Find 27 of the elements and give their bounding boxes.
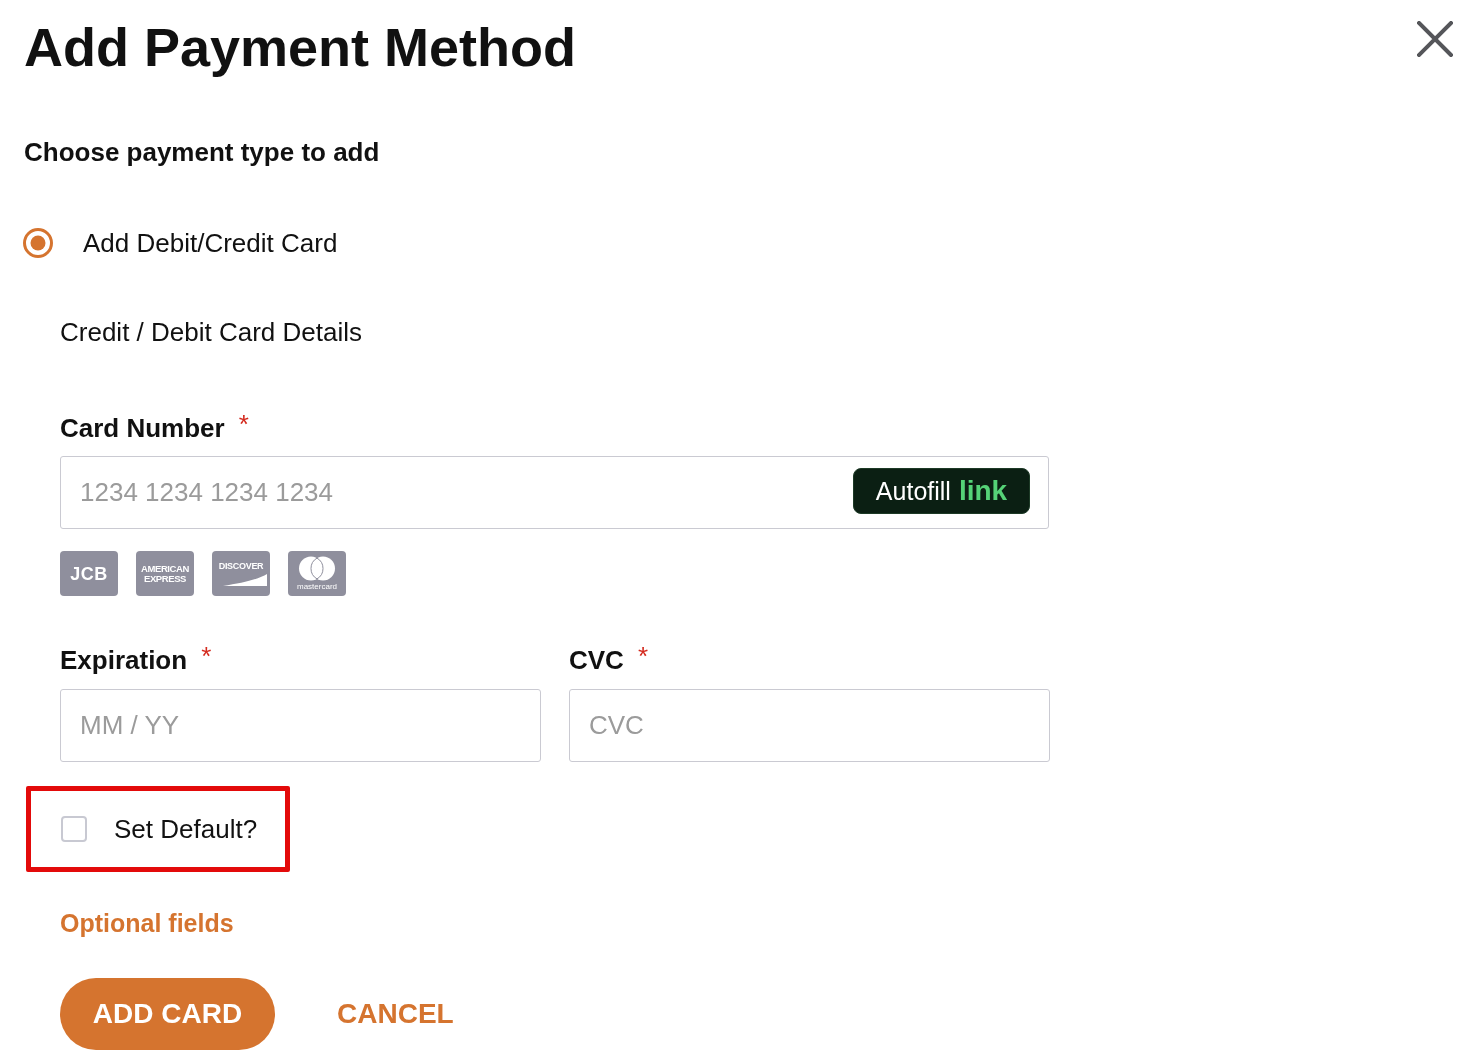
input-field[interactable]: MM / YY bbox=[60, 689, 541, 762]
brand-name: mastercard bbox=[297, 583, 337, 591]
close-button[interactable] bbox=[1415, 19, 1455, 59]
required-mark: * bbox=[201, 640, 212, 672]
field-label: Expiration bbox=[60, 644, 188, 676]
brand-name: DISCOVER bbox=[218, 561, 264, 571]
close-icon bbox=[1417, 21, 1453, 57]
brand-name: AMERICAN EXPRESS bbox=[140, 564, 190, 583]
optional-fields-link[interactable]: Optional fields bbox=[60, 907, 234, 939]
field-label: CVC bbox=[569, 644, 624, 676]
checkbox[interactable] bbox=[61, 816, 87, 842]
cancel-button[interactable]: CANCEL bbox=[337, 997, 454, 1031]
option-label: Add Debit/Credit Card bbox=[83, 227, 338, 259]
required-mark: * bbox=[637, 640, 649, 672]
swoosh-icon bbox=[223, 573, 267, 586]
autofill-button[interactable]: Autofill link bbox=[853, 468, 1030, 514]
field-label: Card Number bbox=[60, 412, 225, 444]
add-card-button[interactable]: ADD CARD bbox=[60, 978, 275, 1050]
required-mark: * bbox=[238, 408, 249, 440]
details-heading: Credit / Debit Card Details bbox=[60, 316, 363, 348]
brand-name: JCB bbox=[70, 564, 108, 583]
dialog-title: Add Payment Method bbox=[24, 16, 577, 79]
checkbox-label: Set Default? bbox=[114, 813, 258, 845]
section-heading: Choose payment type to add bbox=[24, 136, 381, 168]
radio-button[interactable] bbox=[22, 227, 54, 259]
overlapping-circles-icon bbox=[298, 556, 336, 581]
input-field[interactable]: CVC bbox=[569, 689, 1050, 762]
